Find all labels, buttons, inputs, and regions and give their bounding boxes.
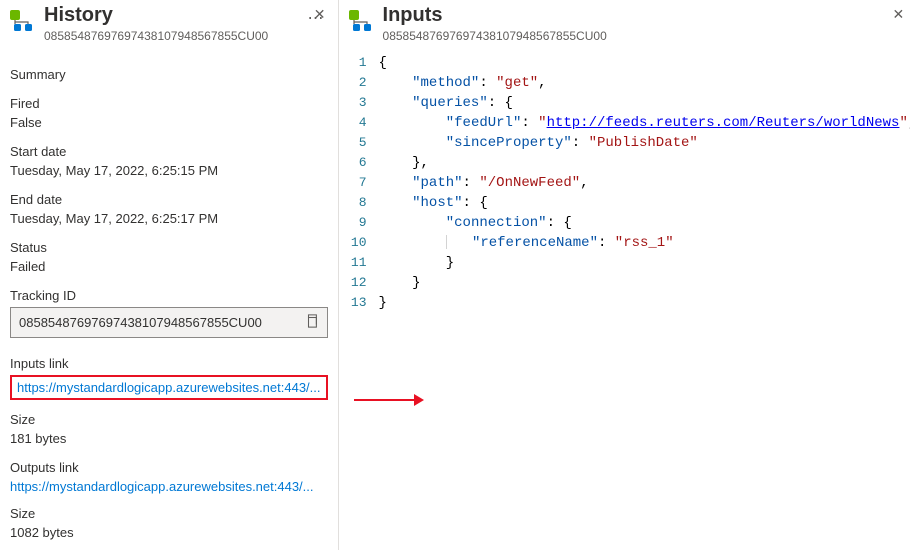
tracking-id-value: 08585487697697438107948567855CU00 bbox=[19, 315, 305, 330]
start-date-value: Tuesday, May 17, 2022, 6:25:15 PM bbox=[10, 163, 328, 178]
size-value-2: 1082 bytes bbox=[10, 525, 328, 540]
history-content: Summary Fired False Start date Tuesday, … bbox=[0, 51, 338, 546]
summary-label: Summary bbox=[10, 67, 328, 82]
outputs-link-label: Outputs link bbox=[10, 460, 328, 475]
annotation-arrow bbox=[354, 394, 424, 406]
inputs-link-label: Inputs link bbox=[10, 356, 328, 371]
copy-icon[interactable] bbox=[305, 314, 319, 331]
tracking-id-label: Tracking ID bbox=[10, 288, 328, 303]
code-line[interactable]: 12 } bbox=[339, 273, 910, 293]
fired-label: Fired bbox=[10, 96, 328, 111]
json-editor[interactable]: 1{2 "method": "get",3 "queries": {4 "fee… bbox=[339, 51, 910, 315]
inputs-header: Inputs 08585487697697438107948567855CU00… bbox=[339, 0, 910, 51]
code-line[interactable]: 5 "sinceProperty": "PublishDate" bbox=[339, 133, 910, 153]
inputs-title: Inputs bbox=[383, 4, 909, 27]
inputs-link[interactable]: https://mystandardlogicapp.azurewebsites… bbox=[10, 375, 328, 400]
code-line[interactable]: 11 } bbox=[339, 253, 910, 273]
close-inputs-button[interactable]: ✕ bbox=[889, 4, 909, 25]
end-date-value: Tuesday, May 17, 2022, 6:25:17 PM bbox=[10, 211, 328, 226]
tracking-id-box: 08585487697697438107948567855CU00 bbox=[10, 307, 328, 338]
code-line[interactable]: 4 "feedUrl": "http://feeds.reuters.com/R… bbox=[339, 113, 910, 133]
history-header: History 08585487697697438107948567855CU0… bbox=[0, 0, 338, 51]
code-line[interactable]: 8 "host": { bbox=[339, 193, 910, 213]
status-value: Failed bbox=[10, 259, 328, 274]
history-subtitle: 08585487697697438107948567855CU00 bbox=[44, 29, 302, 43]
code-line[interactable]: 9 "connection": { bbox=[339, 213, 910, 233]
fired-value: False bbox=[10, 115, 328, 130]
code-line[interactable]: 7 "path": "/OnNewFeed", bbox=[339, 173, 910, 193]
outputs-link[interactable]: https://mystandardlogicapp.azurewebsites… bbox=[10, 479, 328, 494]
size-label-1: Size bbox=[10, 412, 328, 427]
code-line[interactable]: 10 "referenceName": "rss_1" bbox=[339, 233, 910, 253]
trigger-icon bbox=[8, 8, 36, 39]
code-line[interactable]: 13} bbox=[339, 293, 910, 313]
code-line[interactable]: 2 "method": "get", bbox=[339, 73, 910, 93]
start-date-label: Start date bbox=[10, 144, 328, 159]
size-label-2: Size bbox=[10, 506, 328, 521]
status-label: Status bbox=[10, 240, 328, 255]
size-value-1: 181 bytes bbox=[10, 431, 328, 446]
inputs-subtitle: 08585487697697438107948567855CU00 bbox=[383, 29, 909, 43]
history-title: History bbox=[44, 4, 302, 27]
end-date-label: End date bbox=[10, 192, 328, 207]
code-line[interactable]: 1{ bbox=[339, 53, 910, 73]
trigger-icon bbox=[347, 8, 375, 39]
code-line[interactable]: 3 "queries": { bbox=[339, 93, 910, 113]
code-line[interactable]: 6 }, bbox=[339, 153, 910, 173]
close-history-button[interactable]: ✕ bbox=[310, 4, 330, 25]
